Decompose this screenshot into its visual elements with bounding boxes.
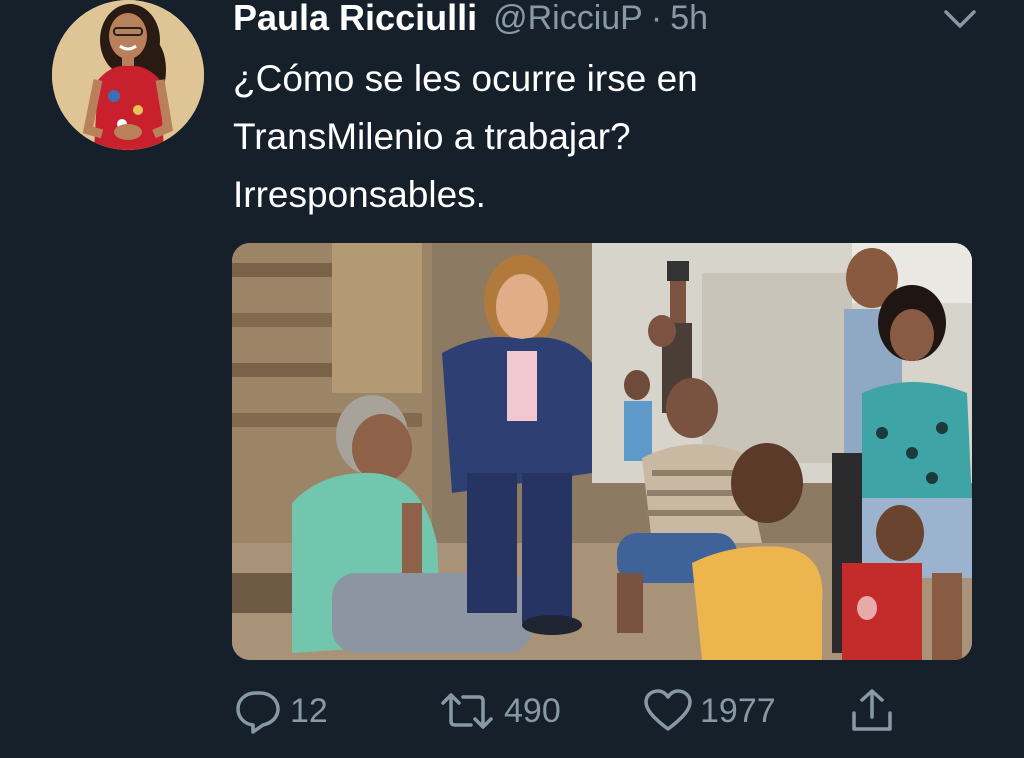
tweet-text-line: Irresponsables.: [233, 174, 486, 215]
photo-scene: [232, 243, 972, 660]
share-button[interactable]: [846, 686, 898, 736]
retweet-count: 490: [504, 691, 561, 730]
tweet-text-line: ¿Cómo se les ocurre irse en: [233, 58, 698, 99]
reply-button[interactable]: 12: [232, 686, 328, 736]
retweet-icon: [441, 693, 493, 729]
tweet-text: ¿Cómo se les ocurre irse en TransMilenio…: [233, 50, 953, 224]
tweet-actions: 12 490 1977: [0, 686, 1024, 736]
tweet-header: Paula Ricciulli @RicciuP · 5h: [233, 0, 708, 39]
author-handle[interactable]: @RicciuP: [493, 0, 643, 38]
tweet-media-photo[interactable]: [232, 243, 972, 660]
avatar-image: [52, 0, 204, 150]
chevron-down-icon: [944, 10, 976, 28]
tweet-time[interactable]: 5h: [670, 0, 708, 38]
share-icon: [852, 689, 892, 731]
author-avatar[interactable]: [52, 0, 204, 150]
like-count: 1977: [700, 691, 776, 730]
reply-count: 12: [290, 691, 328, 730]
author-name[interactable]: Paula Ricciulli: [233, 0, 477, 39]
tweet-menu-button[interactable]: [940, 2, 980, 34]
meta-separator: ·: [650, 0, 663, 37]
heart-icon: [644, 689, 692, 731]
retweet-button[interactable]: 490: [436, 686, 561, 736]
like-button[interactable]: 1977: [642, 686, 776, 736]
reply-icon: [236, 691, 280, 734]
tweet-text-line: TransMilenio a trabajar?: [233, 116, 631, 157]
